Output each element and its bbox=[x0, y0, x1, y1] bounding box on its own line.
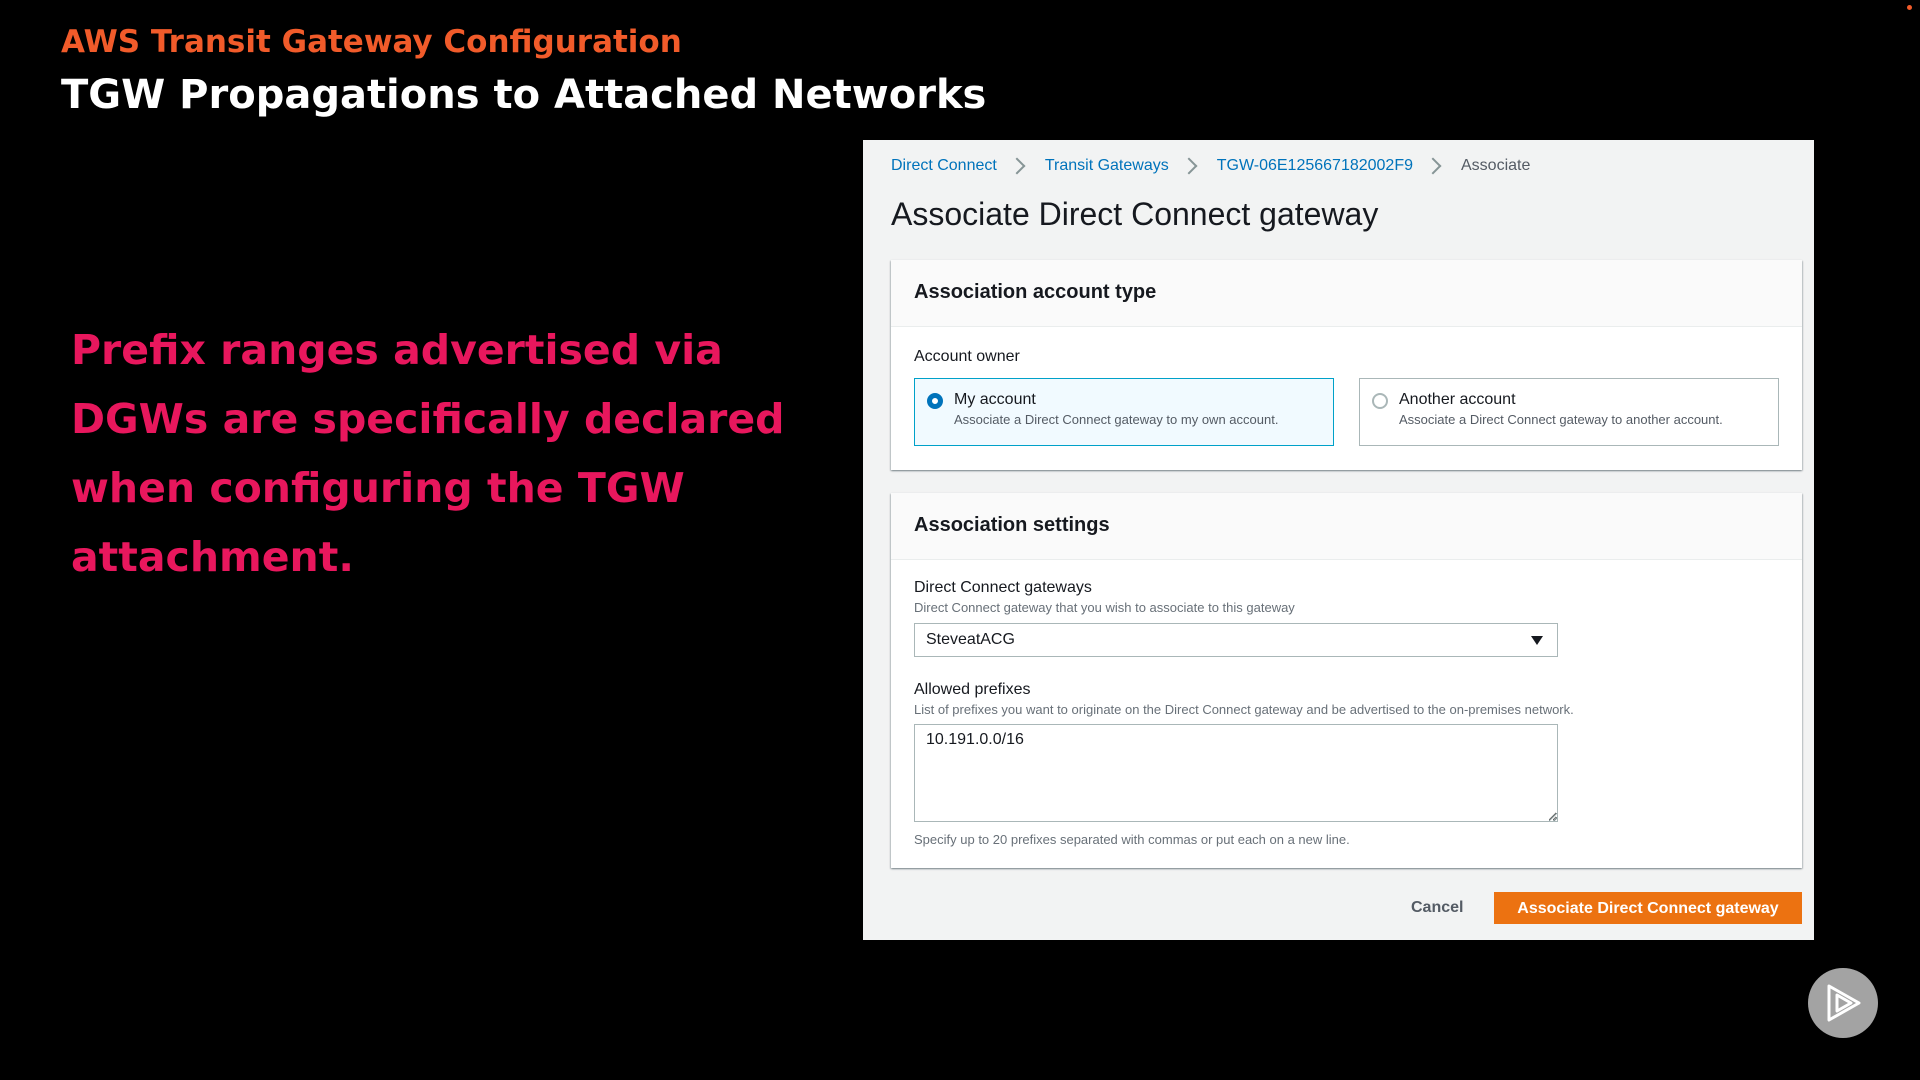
another-account-description: Associate a Direct Connect gateway to an… bbox=[1399, 412, 1723, 427]
my-account-label: My account bbox=[954, 391, 1036, 408]
cancel-button[interactable]: Cancel bbox=[1397, 892, 1477, 924]
account-type-header: Association account type bbox=[891, 260, 1802, 327]
gateways-description: Direct Connect gateway that you wish to … bbox=[914, 600, 1295, 615]
slide-kicker: AWS Transit Gateway Configuration bbox=[61, 24, 682, 60]
prefixes-description: List of prefixes you want to originate o… bbox=[914, 702, 1574, 717]
breadcrumb: Direct Connect Transit Gateways TGW-06E1… bbox=[891, 154, 1530, 178]
prefixes-textarea[interactable]: 10.191.0.0/16 bbox=[914, 724, 1558, 822]
association-settings-title: Association settings bbox=[914, 514, 1110, 536]
console-screenshot: Direct Connect Transit Gateways TGW-06E1… bbox=[863, 140, 1814, 940]
gateways-select[interactable]: SteveatACG bbox=[914, 623, 1558, 657]
caret-down-icon bbox=[1531, 636, 1543, 645]
chevron-right-icon bbox=[1180, 157, 1198, 175]
chevron-right-icon bbox=[1424, 157, 1442, 175]
gateways-select-value: SteveatACG bbox=[926, 631, 1015, 648]
play-icon bbox=[1827, 984, 1861, 1022]
page-title: Associate Direct Connect gateway bbox=[891, 196, 1379, 232]
account-owner-label: Account owner bbox=[914, 348, 1020, 365]
slide-title: TGW Propagations to Attached Networks bbox=[61, 72, 987, 118]
association-settings-header: Association settings bbox=[891, 493, 1802, 560]
breadcrumb-associate: Associate bbox=[1461, 157, 1531, 174]
another-account-radio[interactable] bbox=[1372, 393, 1388, 409]
prefixes-label: Allowed prefixes bbox=[914, 681, 1031, 698]
corner-dot bbox=[1907, 5, 1912, 10]
breadcrumb-direct-connect[interactable]: Direct Connect bbox=[891, 157, 997, 175]
slide-body-text: Prefix ranges advertised via DGWs are sp… bbox=[71, 326, 785, 581]
my-account-radio[interactable] bbox=[927, 393, 943, 409]
resize-grip-icon[interactable] bbox=[1549, 813, 1557, 821]
my-account-description: Associate a Direct Connect gateway to my… bbox=[954, 412, 1279, 427]
gateways-label: Direct Connect gateways bbox=[914, 579, 1092, 596]
associate-gateway-button[interactable]: Associate Direct Connect gateway bbox=[1494, 892, 1802, 924]
breadcrumb-tgw-id[interactable]: TGW-06E125667182002F9 bbox=[1217, 157, 1413, 175]
player-badge[interactable] bbox=[1808, 968, 1878, 1038]
chevron-right-icon bbox=[1008, 157, 1026, 175]
my-account-tile[interactable]: My account Associate a Direct Connect ga… bbox=[914, 378, 1334, 446]
account-type-title: Association account type bbox=[914, 281, 1157, 303]
prefixes-hint: Specify up to 20 prefixes separated with… bbox=[914, 832, 1350, 847]
association-settings-panel: Association settings Direct Connect gate… bbox=[891, 493, 1802, 868]
another-account-label: Another account bbox=[1399, 391, 1516, 408]
breadcrumb-transit-gateways[interactable]: Transit Gateways bbox=[1045, 157, 1169, 175]
account-type-panel: Association account type Account owner M… bbox=[891, 260, 1802, 470]
another-account-tile[interactable]: Another account Associate a Direct Conne… bbox=[1359, 378, 1779, 446]
